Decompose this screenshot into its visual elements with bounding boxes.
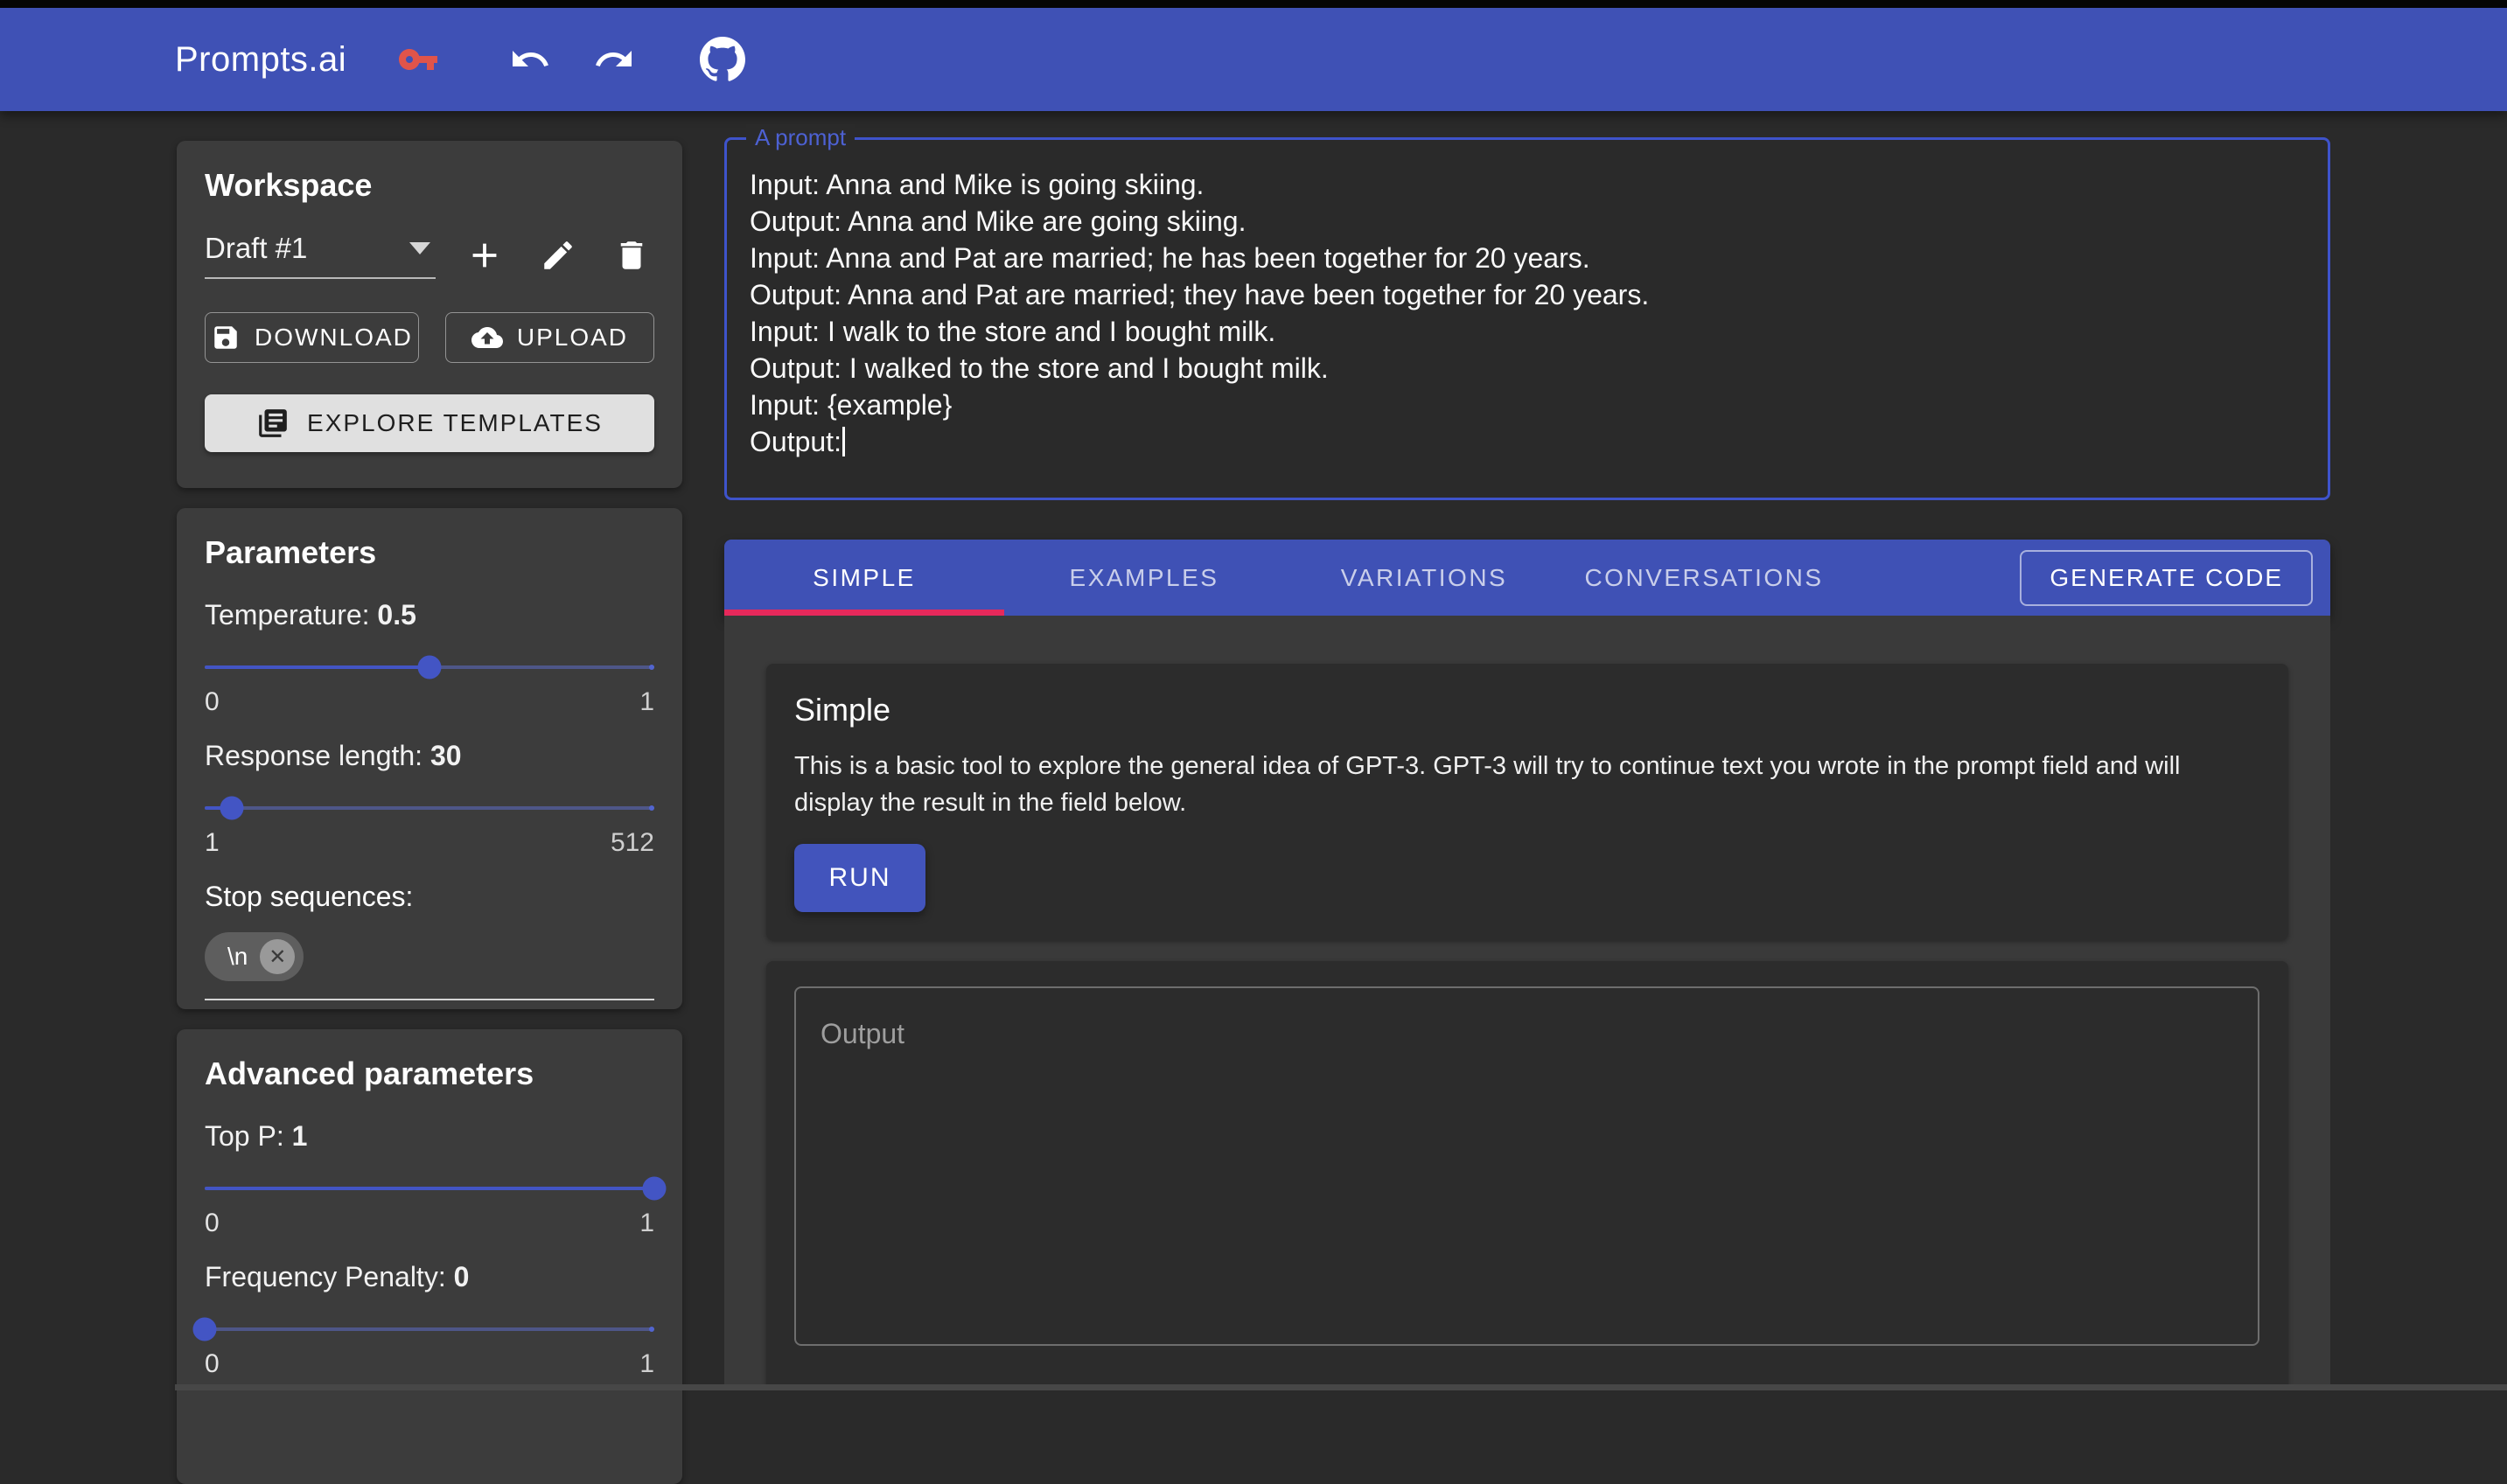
redo-icon	[593, 38, 635, 80]
api-key-button[interactable]	[395, 37, 441, 82]
advanced-parameters-card: Advanced parameters Top P: 1 0 1 Frequen…	[177, 1029, 682, 1484]
tab-conversations[interactable]: CONVERSATIONS	[1564, 540, 1844, 616]
temperature-slider[interactable]	[205, 656, 654, 679]
temperature-min: 0	[205, 687, 220, 717]
tab-bar: SIMPLE EXAMPLES VARIATIONS CONVERSATIONS…	[724, 540, 2330, 616]
frequency-penalty-value: 0	[454, 1261, 470, 1292]
response-length-max: 512	[611, 828, 654, 858]
explore-templates-label: EXPLORE TEMPLATES	[307, 409, 603, 437]
temperature-max: 1	[639, 687, 654, 717]
stop-sequence-chip-text: \n	[227, 943, 248, 971]
github-icon	[700, 37, 745, 82]
prompt-field-legend: A prompt	[746, 124, 855, 151]
plus-icon	[464, 235, 505, 275]
text-caret	[842, 427, 845, 456]
active-tab-indicator	[724, 610, 1004, 616]
explore-templates-button[interactable]: EXPLORE TEMPLATES	[205, 394, 654, 452]
prompt-field[interactable]: A prompt Input: Anna and Mike is going s…	[724, 137, 2330, 500]
undo-button[interactable]	[507, 37, 553, 82]
temperature-label: Temperature: 0.5	[205, 599, 654, 631]
output-placeholder: Output	[821, 1018, 904, 1050]
frequency-penalty-min: 0	[205, 1349, 220, 1379]
stop-sequences-input-underline[interactable]	[205, 999, 654, 1000]
temperature-value: 0.5	[377, 599, 416, 631]
stop-sequence-chip[interactable]: \n ✕	[205, 932, 304, 981]
output-field[interactable]: Output	[794, 986, 2259, 1346]
workspace-select-row: Draft #1	[205, 232, 654, 279]
frequency-penalty-label: Frequency Penalty: 0	[205, 1261, 654, 1293]
workspace-card: Workspace Draft #1	[177, 141, 682, 488]
stop-sequences-label: Stop sequences:	[205, 881, 654, 913]
frequency-penalty-slider[interactable]	[205, 1318, 654, 1341]
parameters-card: Parameters Temperature: 0.5 0 1 Response…	[177, 508, 682, 1009]
app-bar: Prompts.ai	[0, 8, 2507, 111]
download-button[interactable]: DOWNLOAD	[205, 312, 419, 363]
upload-button[interactable]: UPLOAD	[445, 312, 654, 363]
rename-workspace-button[interactable]	[535, 233, 581, 278]
generate-code-button[interactable]: GENERATE CODE	[2020, 550, 2313, 606]
prompt-text[interactable]: Input: Anna and Mike is going skiing. Ou…	[727, 140, 2328, 486]
simple-card-description: This is a basic tool to explore the gene…	[794, 748, 2207, 821]
chevron-down-icon	[409, 242, 430, 254]
undo-icon	[509, 38, 551, 80]
top-p-value: 1	[292, 1120, 308, 1152]
key-icon	[397, 38, 439, 80]
workspace-title: Workspace	[205, 167, 654, 204]
temperature-slider-thumb[interactable]	[418, 656, 442, 679]
response-length-min: 1	[205, 828, 220, 858]
top-p-slider[interactable]	[205, 1177, 654, 1200]
redo-button[interactable]	[591, 37, 637, 82]
output-card: Output	[766, 961, 2288, 1390]
save-icon	[211, 323, 241, 352]
simple-tab-panel: Simple This is a basic tool to explore t…	[724, 616, 2330, 1390]
response-length-slider[interactable]	[205, 797, 654, 819]
draft-select[interactable]: Draft #1	[205, 232, 436, 279]
app-title: Prompts.ai	[175, 40, 346, 80]
tab-simple[interactable]: SIMPLE	[724, 540, 1004, 616]
top-p-max: 1	[639, 1209, 654, 1238]
cloud-upload-icon	[471, 322, 503, 353]
parameters-title: Parameters	[205, 534, 654, 571]
library-books-icon	[256, 407, 290, 440]
tab-variations[interactable]: VARIATIONS	[1284, 540, 1564, 616]
trash-icon	[613, 237, 650, 274]
draft-select-value: Draft #1	[205, 232, 307, 265]
download-label: DOWNLOAD	[255, 324, 413, 352]
response-length-label: Response length: 30	[205, 740, 654, 772]
horizontal-scrollbar[interactable]	[175, 1384, 2507, 1390]
response-length-value: 30	[430, 740, 462, 771]
advanced-parameters-title: Advanced parameters	[205, 1056, 654, 1092]
window-top-strip	[0, 0, 2507, 8]
pencil-icon	[540, 237, 576, 274]
frequency-penalty-slider-thumb[interactable]	[193, 1318, 217, 1341]
upload-label: UPLOAD	[517, 324, 628, 352]
add-workspace-button[interactable]	[462, 233, 507, 278]
tab-examples[interactable]: EXAMPLES	[1004, 540, 1284, 616]
response-length-slider-thumb[interactable]	[220, 797, 243, 820]
top-p-slider-thumb[interactable]	[643, 1177, 667, 1201]
simple-card: Simple This is a basic tool to explore t…	[766, 664, 2288, 940]
github-link-button[interactable]	[700, 37, 745, 82]
run-button[interactable]: RUN	[794, 844, 925, 912]
chip-delete-icon[interactable]: ✕	[260, 939, 295, 974]
top-p-label: Top P: 1	[205, 1120, 654, 1153]
frequency-penalty-max: 1	[639, 1349, 654, 1379]
top-p-min: 0	[205, 1209, 220, 1238]
delete-workspace-button[interactable]	[609, 233, 654, 278]
simple-card-title: Simple	[794, 692, 2260, 728]
